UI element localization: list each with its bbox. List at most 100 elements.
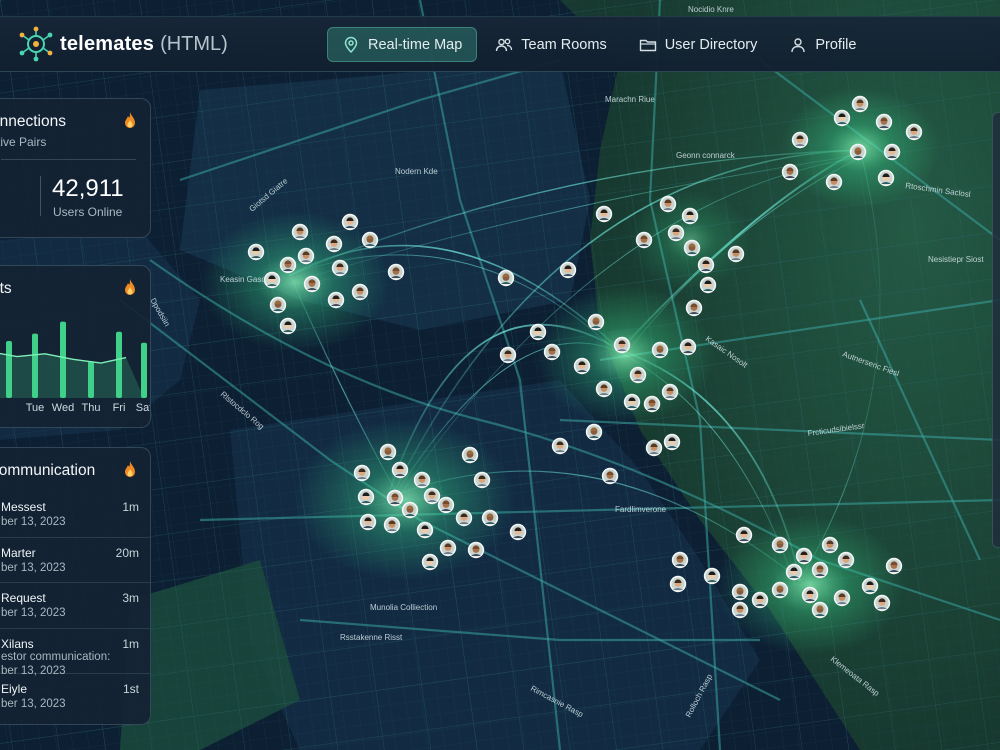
- user-avatar-pin[interactable]: [791, 131, 809, 149]
- communication-item[interactable]: Eiyle 1st ber 13, 2023: [0, 674, 150, 720]
- user-avatar-pin[interactable]: [416, 521, 434, 539]
- nav-user-directory[interactable]: User Directory: [625, 27, 772, 62]
- user-avatar-pin[interactable]: [875, 113, 893, 131]
- user-avatar-pin[interactable]: [461, 446, 479, 464]
- user-avatar-pin[interactable]: [751, 591, 769, 609]
- user-avatar-pin[interactable]: [387, 263, 405, 281]
- user-avatar-pin[interactable]: [785, 563, 803, 581]
- user-avatar-pin[interactable]: [873, 594, 891, 612]
- user-avatar-pin[interactable]: [455, 509, 473, 527]
- user-avatar-pin[interactable]: [885, 557, 903, 575]
- user-avatar-pin[interactable]: [651, 341, 669, 359]
- user-avatar-pin[interactable]: [361, 231, 379, 249]
- user-avatar-pin[interactable]: [731, 601, 749, 619]
- user-avatar-pin[interactable]: [667, 224, 685, 242]
- user-avatar-pin[interactable]: [595, 380, 613, 398]
- user-avatar-pin[interactable]: [683, 239, 701, 257]
- user-avatar-pin[interactable]: [851, 95, 869, 113]
- user-avatar-pin[interactable]: [585, 423, 603, 441]
- user-avatar-pin[interactable]: [391, 461, 409, 479]
- user-avatar-pin[interactable]: [781, 163, 799, 181]
- user-avatar-pin[interactable]: [269, 296, 287, 314]
- user-avatar-pin[interactable]: [811, 561, 829, 579]
- user-avatar-pin[interactable]: [601, 467, 619, 485]
- user-avatar-pin[interactable]: [697, 256, 715, 274]
- user-avatar-pin[interactable]: [587, 313, 605, 331]
- user-avatar-pin[interactable]: [735, 526, 753, 544]
- user-avatar-pin[interactable]: [551, 437, 569, 455]
- user-avatar-pin[interactable]: [613, 336, 631, 354]
- user-avatar-pin[interactable]: [297, 247, 315, 265]
- user-avatar-pin[interactable]: [359, 513, 377, 531]
- user-avatar-pin[interactable]: [481, 509, 499, 527]
- user-avatar-pin[interactable]: [771, 536, 789, 554]
- user-avatar-pin[interactable]: [849, 143, 867, 161]
- user-avatar-pin[interactable]: [825, 173, 843, 191]
- user-avatar-pin[interactable]: [681, 207, 699, 225]
- user-avatar-pin[interactable]: [499, 346, 517, 364]
- user-avatar-pin[interactable]: [661, 383, 679, 401]
- user-avatar-pin[interactable]: [679, 338, 697, 356]
- user-avatar-pin[interactable]: [643, 395, 661, 413]
- communication-item[interactable]: Request 3m ber 13, 2023: [0, 583, 150, 629]
- user-avatar-pin[interactable]: [353, 464, 371, 482]
- user-avatar-pin[interactable]: [727, 245, 745, 263]
- user-avatar-pin[interactable]: [833, 109, 851, 127]
- user-avatar-pin[interactable]: [379, 443, 397, 461]
- user-avatar-pin[interactable]: [801, 586, 819, 604]
- user-avatar-pin[interactable]: [497, 269, 515, 287]
- communication-item[interactable]: Marter 20m ber 13, 2023: [0, 538, 150, 583]
- user-avatar-pin[interactable]: [331, 259, 349, 277]
- user-avatar-pin[interactable]: [771, 581, 789, 599]
- user-avatar-pin[interactable]: [437, 496, 455, 514]
- user-avatar-pin[interactable]: [623, 393, 641, 411]
- user-avatar-pin[interactable]: [731, 583, 749, 601]
- user-avatar-pin[interactable]: [467, 541, 485, 559]
- user-avatar-pin[interactable]: [279, 317, 297, 335]
- user-avatar-pin[interactable]: [811, 601, 829, 619]
- user-avatar-pin[interactable]: [663, 433, 681, 451]
- user-avatar-pin[interactable]: [509, 523, 527, 541]
- nav-team-rooms[interactable]: Team Rooms: [481, 27, 620, 62]
- user-avatar-pin[interactable]: [341, 213, 359, 231]
- user-avatar-pin[interactable]: [573, 357, 591, 375]
- user-avatar-pin[interactable]: [351, 283, 369, 301]
- user-avatar-pin[interactable]: [401, 501, 419, 519]
- user-avatar-pin[interactable]: [595, 205, 613, 223]
- user-avatar-pin[interactable]: [423, 487, 441, 505]
- user-avatar-pin[interactable]: [543, 343, 561, 361]
- user-avatar-pin[interactable]: [669, 575, 687, 593]
- user-avatar-pin[interactable]: [821, 536, 839, 554]
- user-avatar-pin[interactable]: [279, 256, 297, 274]
- nav-profile[interactable]: Profile: [775, 27, 870, 62]
- user-avatar-pin[interactable]: [635, 231, 653, 249]
- user-avatar-pin[interactable]: [559, 261, 577, 279]
- user-avatar-pin[interactable]: [386, 489, 404, 507]
- user-avatar-pin[interactable]: [263, 271, 281, 289]
- nav-realtime-map[interactable]: Real-time Map: [327, 27, 478, 62]
- user-avatar-pin[interactable]: [645, 439, 663, 457]
- user-avatar-pin[interactable]: [357, 488, 375, 506]
- user-avatar-pin[interactable]: [327, 291, 345, 309]
- user-avatar-pin[interactable]: [671, 551, 689, 569]
- user-avatar-pin[interactable]: [833, 589, 851, 607]
- user-avatar-pin[interactable]: [413, 471, 431, 489]
- user-avatar-pin[interactable]: [905, 123, 923, 141]
- brand[interactable]: telemates (HTML): [18, 26, 228, 62]
- user-avatar-pin[interactable]: [877, 169, 895, 187]
- communication-item[interactable]: Messest 1m ber 13, 2023: [0, 492, 150, 538]
- user-avatar-pin[interactable]: [861, 577, 879, 595]
- user-avatar-pin[interactable]: [439, 539, 457, 557]
- user-avatar-pin[interactable]: [837, 551, 855, 569]
- communication-item[interactable]: Xilans 1m estor communication: ber 13, 2…: [0, 629, 150, 677]
- user-avatar-pin[interactable]: [629, 366, 647, 384]
- user-avatar-pin[interactable]: [883, 143, 901, 161]
- user-avatar-pin[interactable]: [291, 223, 309, 241]
- user-avatar-pin[interactable]: [699, 276, 717, 294]
- user-avatar-pin[interactable]: [685, 299, 703, 317]
- user-avatar-pin[interactable]: [795, 547, 813, 565]
- user-avatar-pin[interactable]: [303, 275, 321, 293]
- user-avatar-pin[interactable]: [473, 471, 491, 489]
- user-avatar-pin[interactable]: [325, 235, 343, 253]
- user-avatar-pin[interactable]: [703, 567, 721, 585]
